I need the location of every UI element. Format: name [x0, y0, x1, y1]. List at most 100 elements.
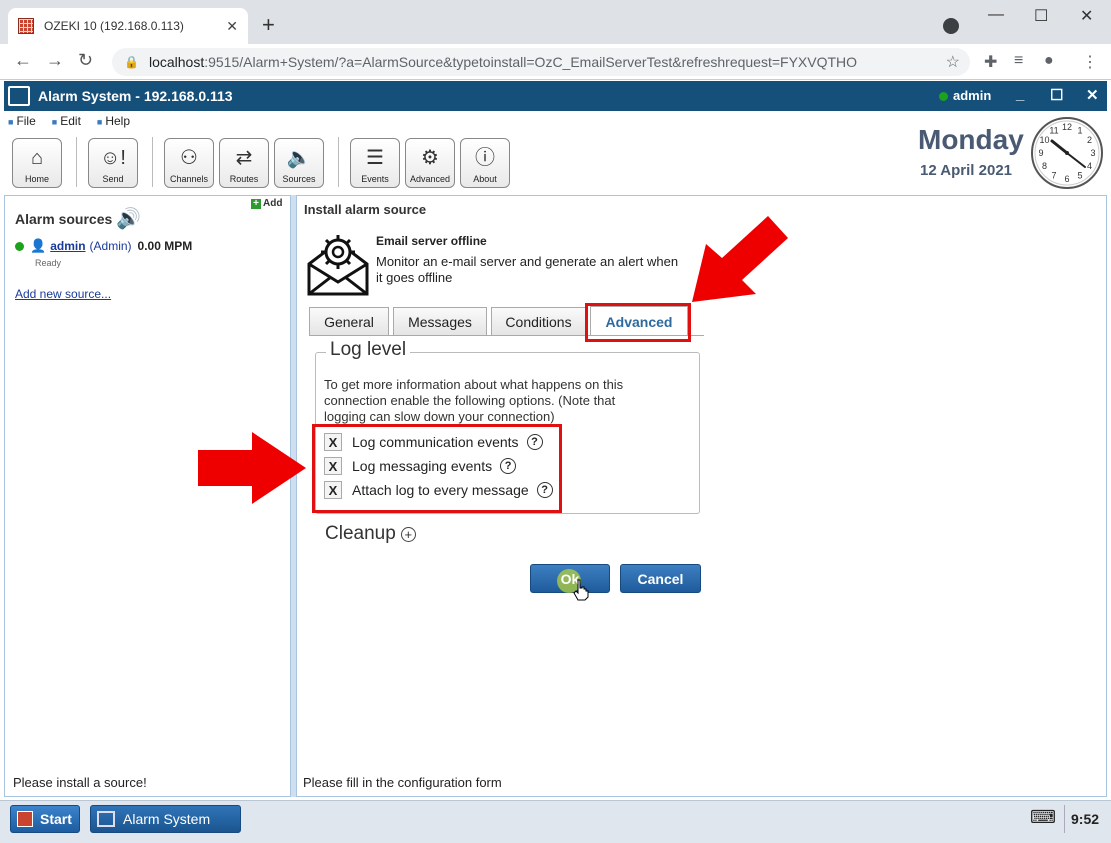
- channels-button[interactable]: ⚇ Channels: [164, 138, 214, 188]
- app-header: Alarm System - 192.168.0.113 admin _ ☐ ✕: [4, 81, 1107, 111]
- home-icon: ⌂: [30, 147, 44, 169]
- routes-button[interactable]: ⇄ Routes: [219, 138, 269, 188]
- url-path: :9515/Alarm+System/?a=AlarmSource&typeto…: [204, 54, 858, 70]
- install-source-title: Install alarm source: [304, 202, 427, 217]
- add-source-button[interactable]: + Add: [251, 198, 282, 209]
- menu-bar: ■ File ■ Edit ■ Help: [8, 114, 130, 128]
- events-icon: ☰: [366, 147, 384, 169]
- clock-numeral: 5: [1077, 171, 1082, 181]
- start-button[interactable]: Start: [10, 805, 80, 833]
- cancel-button[interactable]: Cancel: [620, 564, 701, 593]
- advanced-tab-highlight: [585, 303, 691, 342]
- source-status: Ready: [35, 258, 62, 268]
- add-new-source-link[interactable]: Add new source...: [15, 287, 111, 301]
- reload-icon[interactable]: ↻: [78, 50, 93, 71]
- app-home-icon: [8, 86, 30, 106]
- send-button[interactable]: ☺! Send: [88, 138, 138, 188]
- source-row[interactable]: 👤 admin (Admin) 0.00 MPM: [15, 238, 192, 254]
- address-bar: ← → ↻ 🔒 localhost:9515/Alarm+System/?a=A…: [0, 44, 1111, 80]
- cleanup-section-toggle[interactable]: Cleanup +: [325, 523, 416, 545]
- tab-general[interactable]: General: [309, 307, 389, 336]
- ozeki-start-icon: [17, 811, 33, 827]
- clock-numeral: 9: [1038, 148, 1043, 158]
- ozeki-favicon-icon: [18, 18, 34, 34]
- about-button[interactable]: ⓘ About: [460, 138, 510, 188]
- source-type-description: Monitor an e-mail server and generate an…: [376, 254, 679, 285]
- user-icon: 👤: [30, 238, 47, 253]
- clock-numeral: 4: [1087, 161, 1092, 171]
- source-type-name: Email server offline: [376, 234, 487, 248]
- logged-in-user[interactable]: admin: [953, 88, 991, 103]
- taskbar-alarm-system[interactable]: Alarm System: [90, 805, 241, 833]
- clock-numeral: 10: [1039, 135, 1049, 145]
- day-name: Monday: [918, 124, 1024, 155]
- clock-numeral: 11: [1049, 126, 1058, 136]
- forward-icon[interactable]: →: [46, 50, 64, 71]
- close-tab-icon[interactable]: ✕: [226, 18, 238, 35]
- menu-file[interactable]: ■ File: [8, 114, 36, 128]
- log-level-description: To get more information about what happe…: [324, 377, 624, 424]
- sources-icon: 🔈: [286, 147, 312, 169]
- clock-numeral: 3: [1090, 148, 1095, 158]
- menu-help[interactable]: ■ Help: [97, 114, 130, 128]
- source-type: (Admin): [89, 239, 132, 253]
- clock-numeral: 7: [1051, 171, 1056, 181]
- log-level-legend: Log level: [326, 339, 411, 361]
- log-options-highlight: [312, 424, 562, 513]
- red-arrow-icon: [198, 432, 306, 504]
- url-host: localhost: [148, 54, 205, 70]
- keyboard-tray-icon[interactable]: ⌨: [1030, 807, 1056, 828]
- taskbar: Start Alarm System ⌨ 9:52: [0, 800, 1111, 843]
- media-icon[interactable]: ≡: [1014, 52, 1023, 70]
- menu-edit[interactable]: ■ Edit: [52, 114, 81, 128]
- close-window-icon[interactable]: ✕: [1080, 6, 1093, 26]
- source-rate: 0.00 MPM: [137, 239, 193, 253]
- taskbar-clock: 9:52: [1064, 805, 1099, 833]
- user-status-dot: [939, 92, 948, 101]
- email-server-icon: [307, 235, 369, 296]
- date-text: 12 April 2021: [920, 162, 1012, 179]
- tab-conditions[interactable]: Conditions: [491, 307, 586, 336]
- toolbar: ⌂ Home ☺! Send ⚇ Channels ⇄ Routes 🔈 Sou…: [0, 137, 900, 189]
- gear-icon: ⚙: [421, 147, 439, 169]
- back-icon[interactable]: ←: [14, 50, 32, 71]
- tab-messages[interactable]: Messages: [393, 307, 487, 336]
- left-status-text: Please install a source!: [13, 775, 147, 790]
- send-icon: ☺!: [100, 147, 126, 169]
- expand-plus-icon: +: [400, 526, 416, 542]
- app-minimize-icon[interactable]: _: [1016, 86, 1024, 103]
- clock-numeral: 8: [1042, 161, 1047, 171]
- analog-clock: 12 12 3 45678 9 1011: [1031, 117, 1103, 189]
- hand-cursor-icon: [573, 579, 589, 601]
- clock-numeral: 1: [1077, 126, 1082, 136]
- home-button[interactable]: ⌂ Home: [12, 138, 62, 188]
- maximize-window-icon[interactable]: ☐: [1034, 6, 1048, 26]
- add-plus-icon: +: [251, 199, 261, 209]
- toolbar-divider: [76, 137, 77, 187]
- alarm-sources-title: Alarm sources 🔊: [15, 208, 142, 230]
- right-status-text: Please fill in the configuration form: [303, 775, 502, 790]
- red-arrow-icon: [692, 216, 788, 302]
- url-field[interactable]: 🔒 localhost:9515/Alarm+System/?a=AlarmSo…: [112, 48, 970, 76]
- source-name-link[interactable]: admin: [50, 239, 85, 253]
- profile-dropdown-icon[interactable]: [943, 18, 959, 34]
- app-close-icon[interactable]: ✕: [1086, 86, 1099, 104]
- clock-numeral: 12: [1062, 122, 1072, 132]
- extensions-icon[interactable]: ✚: [984, 52, 997, 72]
- browser-tabbar: OZEKI 10 (192.168.0.113) ✕ + — ☐ ✕: [0, 0, 1111, 44]
- routes-icon: ⇄: [235, 147, 253, 169]
- speaker-icon: 🔊: [116, 208, 142, 230]
- advanced-button[interactable]: ⚙ Advanced: [405, 138, 455, 188]
- new-tab-icon[interactable]: +: [262, 12, 275, 38]
- events-button[interactable]: ☰ Events: [350, 138, 400, 188]
- ok-button[interactable]: Ok: [530, 564, 610, 601]
- clock-numeral: 6: [1064, 174, 1069, 184]
- account-icon[interactable]: ●: [1044, 52, 1054, 70]
- minimize-window-icon[interactable]: —: [988, 6, 1004, 24]
- bookmark-star-icon[interactable]: ☆: [946, 52, 960, 72]
- browser-menu-icon[interactable]: ⋮: [1082, 52, 1098, 72]
- browser-tab[interactable]: OZEKI 10 (192.168.0.113) ✕: [8, 8, 248, 44]
- sources-button[interactable]: 🔈 Sources: [274, 138, 324, 188]
- app-title: Alarm System - 192.168.0.113: [38, 88, 233, 104]
- app-maximize-icon[interactable]: ☐: [1050, 86, 1063, 104]
